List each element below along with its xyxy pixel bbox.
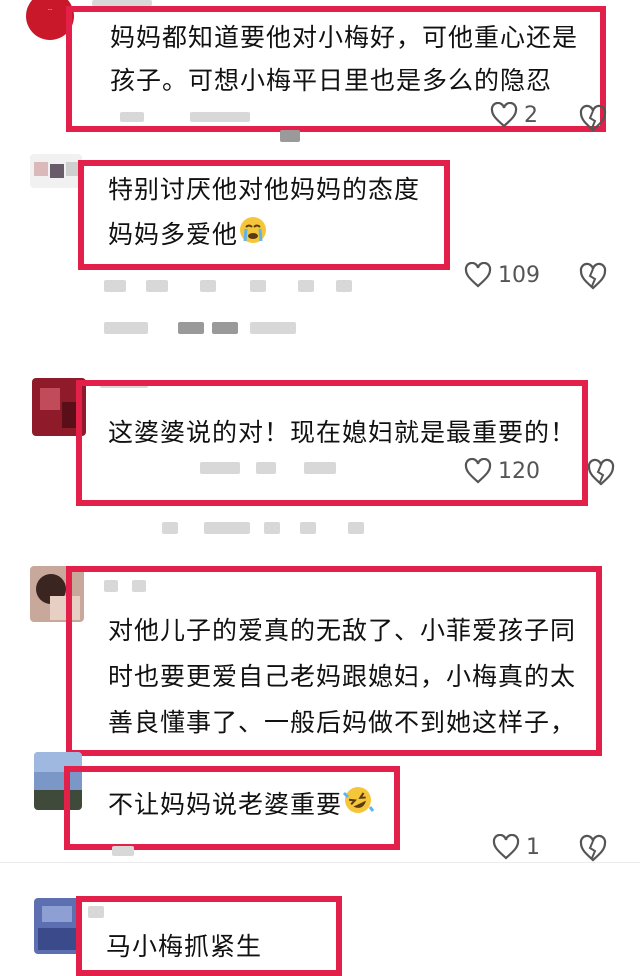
- dislike-icon[interactable]: [578, 262, 608, 290]
- meta-blurred: [250, 280, 266, 292]
- like-count: 1: [526, 834, 540, 860]
- reply-blurred: [204, 522, 250, 534]
- heart-icon: [490, 102, 518, 128]
- comment-text-line: 特别讨厌他对他妈妈的态度: [108, 175, 421, 204]
- heart-icon: [464, 458, 492, 484]
- dislike-icon[interactable]: [586, 458, 616, 486]
- meta-blurred: [146, 280, 168, 292]
- crying-face-icon: [238, 214, 268, 259]
- comment-text-line: 妈妈多爱他: [108, 212, 268, 259]
- meta-blurred: [190, 112, 250, 122]
- comment-text-line: 这婆婆说的对！现在媳妇就是最重要的！: [108, 418, 577, 447]
- comment-text-line: 孩子。可想小梅平日里也是多么的隐忍: [110, 66, 553, 95]
- meta-blurred: [200, 462, 240, 474]
- reply-blurred: [348, 522, 364, 534]
- meta-blurred: [336, 280, 352, 292]
- reply-blurred: [178, 322, 204, 334]
- heart-icon: [492, 834, 520, 860]
- like-button[interactable]: 1: [492, 834, 540, 860]
- meta-blurred: [104, 280, 126, 292]
- reply-blurred: [212, 322, 238, 334]
- like-button[interactable]: 109: [464, 262, 540, 288]
- reply-blurred: [104, 322, 148, 334]
- avatar[interactable]: [34, 898, 80, 954]
- like-count: 2: [524, 102, 538, 128]
- comment-text-line: 马小梅抓紧生: [106, 932, 263, 961]
- meta-blurred: [256, 462, 276, 474]
- like-count: 120: [498, 458, 540, 484]
- comment-text: 不让妈妈说老婆重要: [108, 790, 343, 819]
- meta-blurred: [304, 462, 336, 474]
- comment-text-line: 对他儿子的爱真的无敌了、小菲爱孩子同: [108, 616, 577, 645]
- like-button[interactable]: 2: [490, 102, 538, 128]
- divider: [0, 862, 640, 863]
- meta-blurred: [200, 280, 216, 292]
- reply-blurred: [162, 522, 178, 534]
- comment-text-line: 善良懂事了、一般后妈做不到她这样子，: [108, 708, 577, 737]
- dislike-icon[interactable]: [578, 104, 608, 132]
- reply-blurred: [264, 522, 280, 534]
- like-button[interactable]: 120: [464, 458, 540, 484]
- comment-text-line: 妈妈都知道要他对小梅好，可他重心还是: [110, 23, 579, 52]
- meta-blurred: [112, 846, 134, 856]
- comment-text-line: 不让妈妈说老婆重要: [108, 782, 375, 829]
- heart-icon: [464, 262, 492, 288]
- meta-blurred: [280, 130, 300, 142]
- rolling-laughing-face-icon: [342, 784, 375, 829]
- avatar-logo-text: ··: [47, 6, 53, 14]
- avatar[interactable]: [30, 154, 82, 188]
- comment-text: 妈妈多爱他: [108, 220, 239, 249]
- reply-blurred: [300, 522, 316, 534]
- meta-blurred: [298, 280, 314, 292]
- dislike-icon[interactable]: [578, 834, 608, 862]
- meta-blurred: [120, 112, 144, 122]
- like-count: 109: [498, 262, 540, 288]
- reply-blurred: [250, 322, 296, 334]
- comment-text-line: 时也要更爱自己老妈跟媳妇，小梅真的太: [108, 662, 577, 691]
